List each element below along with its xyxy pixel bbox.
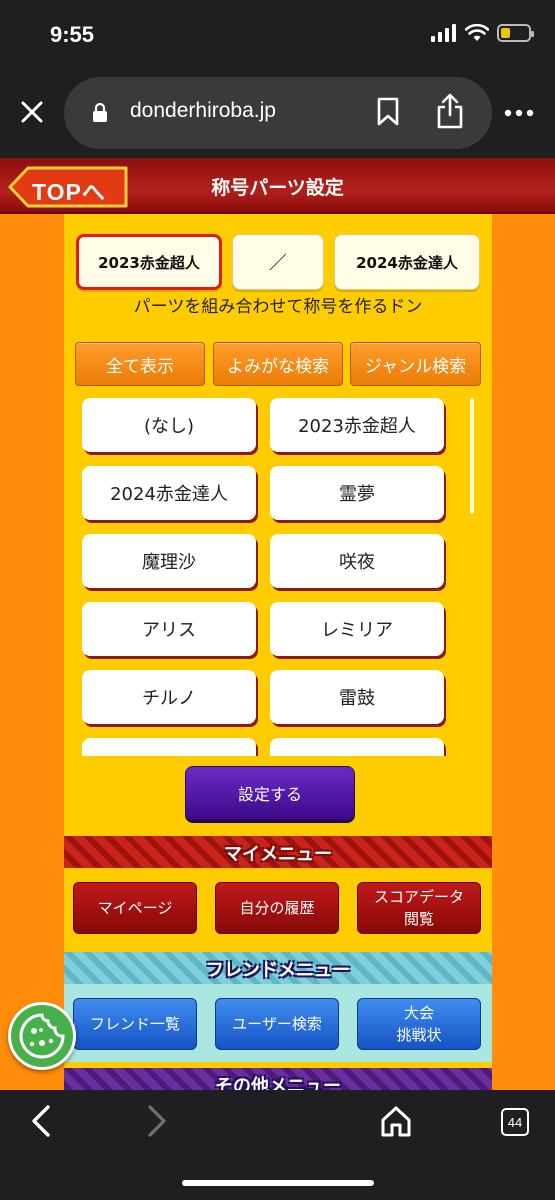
part-option[interactable]: 魔理沙 — [82, 534, 256, 588]
address-bar[interactable]: donderhiroba.jp — [64, 77, 492, 149]
part-option[interactable] — [270, 738, 444, 756]
instruction-text: パーツを組み合わせて称号を作るドン — [133, 297, 423, 317]
ellipsis-icon — [504, 109, 534, 117]
page-header: TOPへ 称号パーツ設定 — [0, 158, 555, 214]
main-content: 2023赤金超人 ／ 2024赤金達人 パーツを組み合わせて称号を作るドン 全て… — [64, 214, 492, 1090]
close-tab-button[interactable] — [14, 94, 50, 130]
tabs-button[interactable]: 44 — [501, 1108, 529, 1136]
my-page-button[interactable]: マイページ — [73, 882, 197, 934]
part-option[interactable]: 2023赤金超人 — [270, 398, 444, 452]
title-part-first[interactable]: 2023赤金超人 — [76, 234, 222, 290]
battery-icon — [497, 24, 534, 42]
part-option[interactable]: 雷鼓 — [270, 670, 444, 724]
my-menu-heading: マイメニュー — [224, 844, 332, 865]
wifi-icon — [465, 24, 489, 41]
close-icon — [21, 101, 43, 123]
part-option[interactable]: アリス — [82, 602, 256, 656]
status-bar: 9:55 — [0, 0, 555, 72]
friend-menu-heading: フレンドメニュー — [206, 960, 350, 981]
friend-menu-row: フレンド一覧 ユーザー検索 大会 挑戦状 — [64, 984, 492, 1062]
genre-search-button[interactable]: ジャンル検索 — [350, 342, 481, 386]
part-option[interactable]: 2024赤金達人 — [82, 466, 256, 520]
share-icon[interactable] — [436, 93, 464, 129]
cellular-signal-icon — [431, 24, 456, 42]
cookie-icon — [19, 1013, 65, 1059]
home-indicator — [182, 1180, 374, 1186]
forward-icon[interactable] — [144, 1104, 170, 1138]
other-menu-banner: その他メニュー — [64, 1068, 492, 1090]
parts-list-scrollbar[interactable] — [470, 398, 474, 514]
tournament-challenge-button[interactable]: 大会 挑戦状 — [357, 998, 481, 1050]
score-data-button[interactable]: スコアデータ 閲覧 — [357, 882, 481, 934]
part-option[interactable] — [82, 738, 256, 756]
part-option[interactable]: 霊夢 — [270, 466, 444, 520]
friend-menu-banner: フレンドメニュー — [64, 952, 492, 984]
status-icons — [431, 24, 534, 42]
browser-address-row: donderhiroba.jp — [0, 72, 555, 158]
status-time: 9:55 — [50, 22, 95, 47]
title-part-separator[interactable]: ／ — [232, 234, 324, 290]
bookmark-icon[interactable] — [376, 97, 400, 127]
part-option[interactable]: (なし) — [82, 398, 256, 452]
lock-icon — [93, 103, 107, 122]
back-icon[interactable] — [28, 1104, 54, 1138]
filter-buttons: 全て表示 よみがな検索 ジャンル検索 — [75, 342, 481, 388]
home-icon[interactable] — [380, 1104, 412, 1138]
title-part-second[interactable]: 2024赤金達人 — [334, 234, 480, 290]
other-menu-heading: その他メニュー — [215, 1076, 341, 1090]
part-option[interactable]: 咲夜 — [270, 534, 444, 588]
reading-search-button[interactable]: よみがな検索 — [213, 342, 343, 386]
url-text: donderhiroba.jp — [130, 99, 276, 122]
show-all-button[interactable]: 全て表示 — [75, 342, 205, 386]
my-history-button[interactable]: 自分の履歴 — [215, 882, 339, 934]
page-title: 称号パーツ設定 — [211, 177, 344, 199]
my-menu-row: マイページ 自分の履歴 スコアデータ 閲覧 — [64, 868, 492, 946]
user-search-button[interactable]: ユーザー検索 — [215, 998, 339, 1050]
battery-level — [501, 28, 511, 38]
friend-list-button[interactable]: フレンド一覧 — [73, 998, 197, 1050]
submit-button[interactable]: 設定する — [185, 766, 355, 820]
part-option[interactable]: チルノ — [82, 670, 256, 724]
cookie-settings-button[interactable] — [8, 1002, 76, 1070]
web-page: TOPへ 称号パーツ設定 2023赤金超人 ／ 2024赤金達人 パーツを組み合… — [0, 158, 555, 1090]
parts-list[interactable]: (なし) 2023赤金超人 2024赤金達人 霊夢 魔理沙 咲夜 アリス レミリ… — [82, 398, 476, 756]
my-menu-banner: マイメニュー — [64, 836, 492, 868]
part-option[interactable]: レミリア — [270, 602, 444, 656]
more-options-button[interactable] — [497, 94, 541, 130]
selected-title-display: 2023赤金超人 ／ 2024赤金達人 — [76, 234, 480, 290]
